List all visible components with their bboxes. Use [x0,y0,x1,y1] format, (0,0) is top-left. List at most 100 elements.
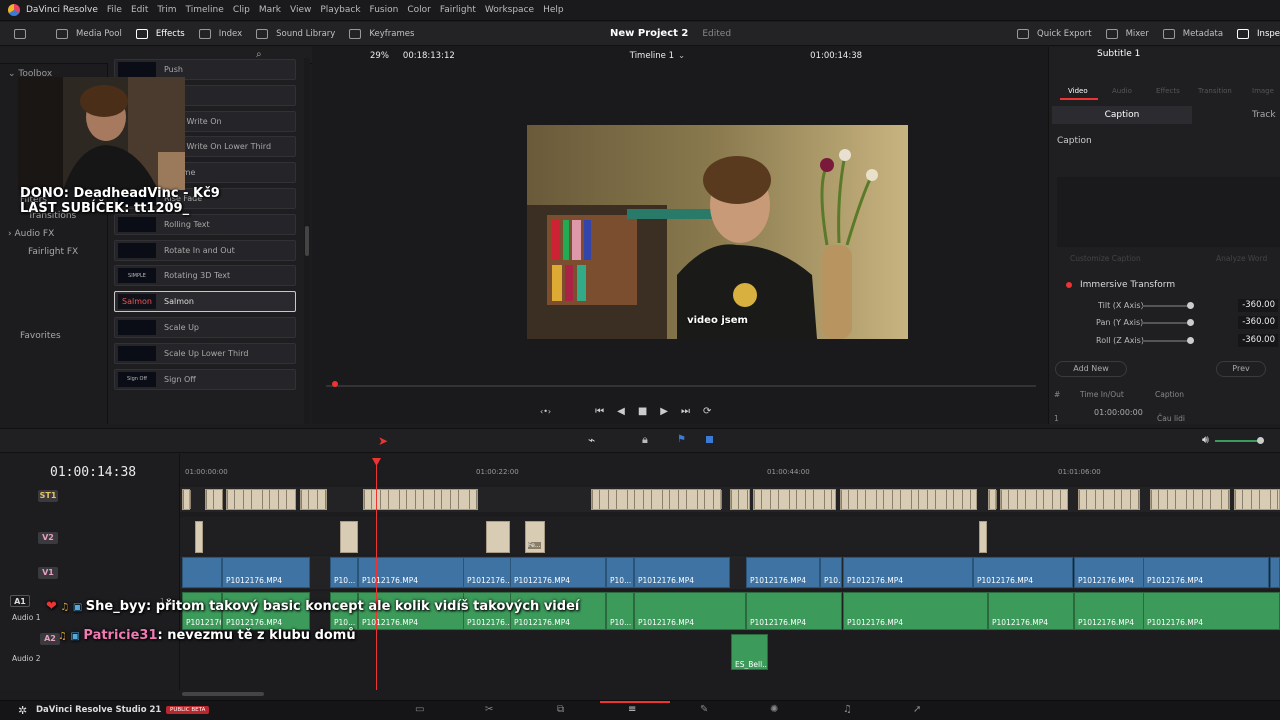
v2-clip[interactable] [486,521,510,553]
subtitle-clip[interactable] [182,489,191,510]
v2-clip[interactable] [340,521,358,553]
audio-clip[interactable]: P10... [606,592,634,630]
menu-playback[interactable]: Playback [320,5,360,15]
roll-slider[interactable] [1142,340,1190,342]
menu-fairlight[interactable]: Fairlight [440,5,476,15]
audio-clip[interactable]: P1012176.MP4 [1074,592,1144,630]
snap-icon[interactable]: ⌁ [588,433,595,447]
selection-tool-icon[interactable]: ➤ [378,434,388,448]
track-label-v1[interactable]: V1 [38,567,58,579]
video-clip[interactable] [182,557,222,588]
menu-color[interactable]: Color [407,5,431,15]
page-cut-icon[interactable]: ✂ [485,704,493,715]
effect-item[interactable]: Rolling Text [114,213,296,235]
tab-image[interactable]: Image [1252,87,1274,95]
timeline-scrollbar[interactable] [182,692,264,696]
caption-textbox[interactable] [1057,177,1280,247]
media-pool-button[interactable]: Media Pool [56,28,122,39]
subtitle-clip[interactable] [205,489,223,510]
volume-slider[interactable] [1215,440,1260,442]
effect-item[interactable]: Rotate In and Out [114,239,296,261]
subtitle-clip[interactable] [1150,489,1230,510]
sound-library-button[interactable]: Sound Library [256,28,335,39]
subtitle-clip[interactable] [363,489,478,510]
quick-export-button[interactable]: Quick Export [1017,28,1092,39]
video-clip[interactable]: P1012176.MP4 [222,557,310,588]
page-music-icon[interactable]: ♫ [843,704,852,715]
viewer-scrubber[interactable] [326,385,1036,387]
subtitle-clip[interactable] [591,489,722,510]
track-label-st1[interactable]: ST1 [38,490,58,502]
tree-audio-fx[interactable]: › Audio FX [0,226,107,242]
menu-clip[interactable]: Clip [233,5,250,15]
timeline-ruler[interactable] [180,454,1280,484]
menu-fusion[interactable]: Fusion [370,5,399,15]
subtitle-clip[interactable] [300,489,327,510]
video-clip[interactable]: P10... [330,557,358,588]
panel-toggle-icon[interactable] [14,28,34,39]
page-edit-icon[interactable]: ≡ [628,704,636,715]
marker-icon[interactable] [706,436,713,443]
tilt-knob[interactable] [1187,302,1194,309]
prev-button[interactable]: Prev [1216,361,1266,377]
timeline-timecode[interactable]: 01:00:14:38 [50,465,136,480]
effect-item[interactable]: Scale Up [114,317,296,338]
keyframes-button[interactable]: Keyframes [349,28,414,39]
chevron-down-icon[interactable]: ⌄ [678,51,685,61]
tab-transition[interactable]: Transition [1198,87,1232,95]
flag-icon[interactable]: ⚑ [677,434,686,445]
video-clip[interactable]: P1012176.MP4 [1074,557,1144,588]
audio-clip[interactable]: P1012176.MP4 [843,592,988,630]
roll-value[interactable]: -360.00 [1238,334,1278,347]
video-clip[interactable]: P10... [606,557,634,588]
scrubber-playhead[interactable] [332,381,338,387]
volume-icon[interactable]: 🔊︎ [1202,433,1209,447]
timeline-selector[interactable]: Timeline 1 [630,51,674,61]
volume-knob[interactable] [1257,437,1264,444]
skip-to-start-icon[interactable]: ⏮ [595,406,604,417]
subtitle-clip[interactable] [226,489,296,510]
audio-clip[interactable]: P1012176.MP4 [746,592,842,630]
customize-caption-label[interactable]: Customize Caption [1070,254,1141,263]
favorites-header[interactable]: Favorites [0,328,107,344]
menu-help[interactable]: Help [543,5,564,15]
immersive-toggle[interactable] [1066,282,1072,288]
video-clip[interactable]: P1012176.MP4 [843,557,973,588]
menu-view[interactable]: View [290,5,311,15]
menu-trim[interactable]: Trim [157,5,176,15]
inspector-button[interactable]: Inspe [1237,28,1280,39]
pan-slider[interactable] [1142,322,1190,324]
play-icon[interactable]: ▶ [660,406,668,417]
effect-item[interactable]: SIMPLE Rotating 3D Text [114,265,296,287]
index-button[interactable]: Index [198,28,242,39]
page-fusion-icon[interactable]: ⧉ [557,704,564,715]
video-clip[interactable]: P10... [820,557,842,588]
metadata-button[interactable]: Metadata [1162,28,1223,39]
audio-clip[interactable]: P1012176.MP4 [988,592,1074,630]
subtitle-clip[interactable] [1000,489,1068,510]
menu-file[interactable]: File [107,5,122,15]
loop-icon[interactable]: ⟳ [703,406,711,417]
subtitle-clip[interactable] [988,489,997,510]
video-clip[interactable]: P1012176.MP4 [634,557,730,588]
stop-icon[interactable]: ■ [638,406,647,417]
video-clip[interactable]: P1012176.MP4 [973,557,1073,588]
tree-fairlight-fx[interactable]: Fairlight FX [0,244,107,260]
add-new-button[interactable]: Add New [1055,361,1127,377]
reverse-play-icon[interactable]: ◀ [617,406,625,417]
analyze-word-label[interactable]: Analyze Word [1216,254,1267,263]
effects-scrollbar[interactable] [304,58,310,424]
subtitle-clip[interactable] [1078,489,1140,510]
skip-to-end-icon[interactable]: ⏭ [681,406,690,417]
effect-item[interactable]: Scale Up Lower Third [114,342,296,364]
tilt-slider[interactable] [1142,305,1190,307]
effects-button[interactable]: Effects [135,28,185,39]
video-clip[interactable]: P1012176.MP4 [358,557,464,588]
subtitle-clip[interactable] [840,489,977,510]
menu-mark[interactable]: Mark [259,5,281,15]
track-label-a2[interactable]: A2 [40,633,60,645]
pan-value[interactable]: -360.00 [1238,316,1278,329]
subtab-track[interactable]: Track [1252,110,1276,120]
page-fairlight-icon[interactable]: ✺ [770,704,778,715]
subtab-caption[interactable]: Caption [1052,106,1192,124]
